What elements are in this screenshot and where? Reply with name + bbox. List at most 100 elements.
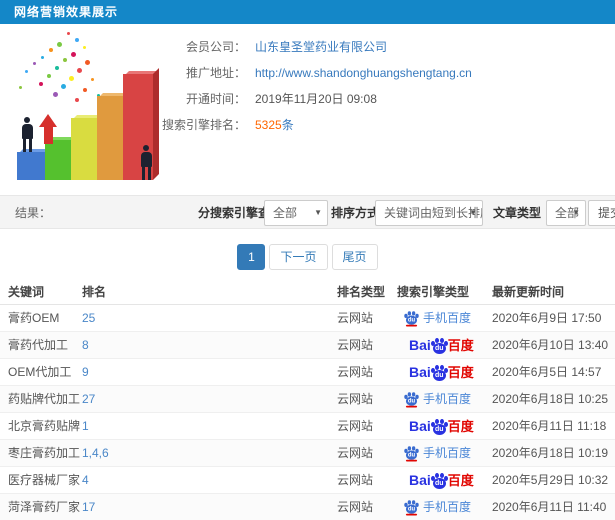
- info-row-ranking-count: 搜索引擎排名： 5325条: [0, 112, 615, 138]
- page-header: 网络营销效果展示: [0, 0, 615, 24]
- baidu-paw-icon: du: [430, 473, 448, 489]
- updated-cell: 2020年6月9日 17:50: [492, 304, 615, 332]
- open-time-value: 2019年11月20日 09:08: [255, 92, 377, 106]
- rank-value-link[interactable]: 25: [82, 311, 95, 325]
- article-type-select[interactable]: 全部 ▼: [546, 200, 586, 226]
- rank-value-link[interactable]: 17: [82, 500, 95, 514]
- company-label: 会员公司：: [185, 40, 246, 54]
- chevron-down-icon: ▼: [314, 208, 322, 217]
- engine-cell: Bai du 百度: [397, 358, 492, 386]
- rank-type-cell: 云网站: [337, 358, 397, 386]
- promo-url-link[interactable]: http://www.shandonghuangshengtang.cn: [255, 66, 472, 80]
- rank-value-link[interactable]: 9: [82, 365, 89, 379]
- rank-type-cell: 云网站: [337, 412, 397, 440]
- updated-cell: 2020年6月18日 10:25: [492, 385, 615, 413]
- chevron-down-icon: ▼: [469, 208, 477, 217]
- mobile-baidu-logo: du 手机百度: [403, 446, 471, 462]
- baidu-paw-icon: du: [430, 419, 448, 435]
- last-page-button[interactable]: 尾页: [331, 244, 378, 270]
- engine-cell: du 手机百度: [397, 493, 492, 520]
- engine-cell: du 手机百度: [397, 439, 492, 467]
- engine-cell: Bai du 百度: [397, 466, 492, 494]
- rank-type-header: 排名类型: [337, 279, 397, 305]
- keyword-header: 关键词: [0, 279, 82, 305]
- pagination: 1 下一页 尾页: [0, 244, 615, 270]
- rank-value-link[interactable]: 8: [82, 338, 89, 352]
- table-row: 药贴牌代加工 27 云网站 du 手机百度 2020年6月18日 10:25: [0, 385, 615, 413]
- baidu-paw-icon: du: [404, 311, 419, 327]
- sort-label: 排序方式: [331, 206, 380, 220]
- info-section: 会员公司： 山东皇圣堂药业有限公司 推广地址： http://www.shandon…: [0, 24, 615, 195]
- info-row-open-time: 开通时间： 2019年11月20日 09:08: [0, 86, 615, 112]
- engine-type-header: 搜索引擎类型: [397, 279, 492, 305]
- engine-select-value: 全部: [273, 206, 298, 220]
- rank-value-link[interactable]: 1,4,6: [82, 446, 109, 460]
- chart-bar-blue: [17, 146, 53, 180]
- ranking-count-value[interactable]: 5325: [255, 118, 282, 132]
- engine-cell: du 手机百度: [397, 385, 492, 413]
- keyword-cell: OEM代加工: [0, 358, 82, 386]
- baidu-paw-icon: du: [404, 446, 419, 462]
- baidu-logo: Bai du 百度: [409, 472, 474, 489]
- rank-value-link[interactable]: 1: [82, 419, 89, 433]
- table-row: 菏泽膏药厂家 17 云网站 du 手机百度 2020年6月11日 11:40: [0, 493, 615, 520]
- rank-cell: 17: [82, 493, 337, 520]
- result-label: 结果：: [15, 206, 52, 220]
- rank-value-link[interactable]: 4: [82, 473, 89, 487]
- engine-cell: du 手机百度: [397, 304, 492, 332]
- keyword-cell: 枣庄膏药加工: [0, 439, 82, 467]
- updated-cell: 2020年6月5日 14:57: [492, 358, 615, 386]
- table-row: 膏药代加工 8 云网站 Bai du 百度 2020年6月10日 13:40: [0, 331, 615, 359]
- sort-select[interactable]: 关键词由短到长排序 ▼: [375, 200, 483, 226]
- rank-type-cell: 云网站: [337, 466, 397, 494]
- engine-select[interactable]: 全部 ▼: [264, 200, 328, 226]
- company-name-link[interactable]: 山东皇圣堂药业有限公司: [255, 40, 387, 54]
- keyword-cell: 药贴牌代加工: [0, 385, 82, 413]
- businessman-figure-right: [138, 145, 154, 180]
- rank-cell: 27: [82, 385, 337, 413]
- submit-button[interactable]: 提交: [588, 200, 615, 226]
- rank-cell: 9: [82, 358, 337, 386]
- chevron-down-icon: ▼: [572, 208, 580, 217]
- updated-cell: 2020年6月11日 11:40: [492, 493, 615, 520]
- rank-header: 排名: [82, 279, 337, 305]
- rank-type-cell: 云网站: [337, 304, 397, 332]
- mobile-baidu-logo: du 手机百度: [403, 311, 471, 327]
- updated-cell: 2020年5月29日 10:32: [492, 466, 615, 494]
- page-1-button[interactable]: 1: [237, 244, 266, 270]
- keyword-ranking-table: 关键词 排名 排名类型 搜索引擎类型 最新更新时间 膏药OEM 25 云网站 du 手机…: [0, 279, 615, 520]
- table-row: 北京膏药贴牌 1 云网站 Bai du 百度 2020年6月11日 11:18: [0, 412, 615, 440]
- table-row: OEM代加工 9 云网站 Bai du 百度 2020年6月5日 14:57: [0, 358, 615, 386]
- page-title: 网络营销效果展示: [14, 5, 119, 19]
- rank-type-cell: 云网站: [337, 493, 397, 520]
- keyword-cell: 北京膏药贴牌: [0, 412, 82, 440]
- rank-value-link[interactable]: 27: [82, 392, 95, 406]
- rank-cell: 1,4,6: [82, 439, 337, 467]
- info-row-company: 会员公司： 山东皇圣堂药业有限公司: [0, 34, 615, 60]
- baidu-logo: Bai du 百度: [409, 364, 474, 381]
- table-row: 枣庄膏药加工 1,4,6 云网站 du 手机百度 2020年6月18日 10:19: [0, 439, 615, 467]
- baidu-paw-icon: du: [430, 338, 448, 354]
- next-page-button[interactable]: 下一页: [269, 244, 328, 270]
- mobile-baidu-logo: du 手机百度: [403, 500, 471, 516]
- engine-cell: Bai du 百度: [397, 331, 492, 359]
- rank-type-cell: 云网站: [337, 331, 397, 359]
- rank-type-cell: 云网站: [337, 439, 397, 467]
- engine-cell: Bai du 百度: [397, 412, 492, 440]
- info-row-url: 推广地址： http://www.shandonghuangshengtang.c…: [0, 60, 615, 86]
- table-body: 膏药OEM 25 云网站 du 手机百度 2020年6月9日 17:50 膏药代加工 8 云网站…: [0, 304, 615, 520]
- ranking-count-suffix[interactable]: 条: [282, 118, 294, 132]
- promo-url-label: 推广地址：: [185, 66, 246, 80]
- rank-cell: 8: [82, 331, 337, 359]
- keyword-cell: 膏药代加工: [0, 331, 82, 359]
- keyword-cell: 医疗器械厂家: [0, 466, 82, 494]
- ranking-count-label: 搜索引擎排名：: [161, 118, 246, 132]
- mobile-baidu-logo: du 手机百度: [403, 392, 471, 408]
- rank-cell: 4: [82, 466, 337, 494]
- updated-cell: 2020年6月10日 13:40: [492, 331, 615, 359]
- baidu-logo: Bai du 百度: [409, 418, 474, 435]
- chart-bar-green: [45, 134, 79, 180]
- rank-type-cell: 云网站: [337, 385, 397, 413]
- table-row: 医疗器械厂家 4 云网站 Bai du 百度 2020年5月29日 10:32: [0, 466, 615, 494]
- rank-cell: 25: [82, 304, 337, 332]
